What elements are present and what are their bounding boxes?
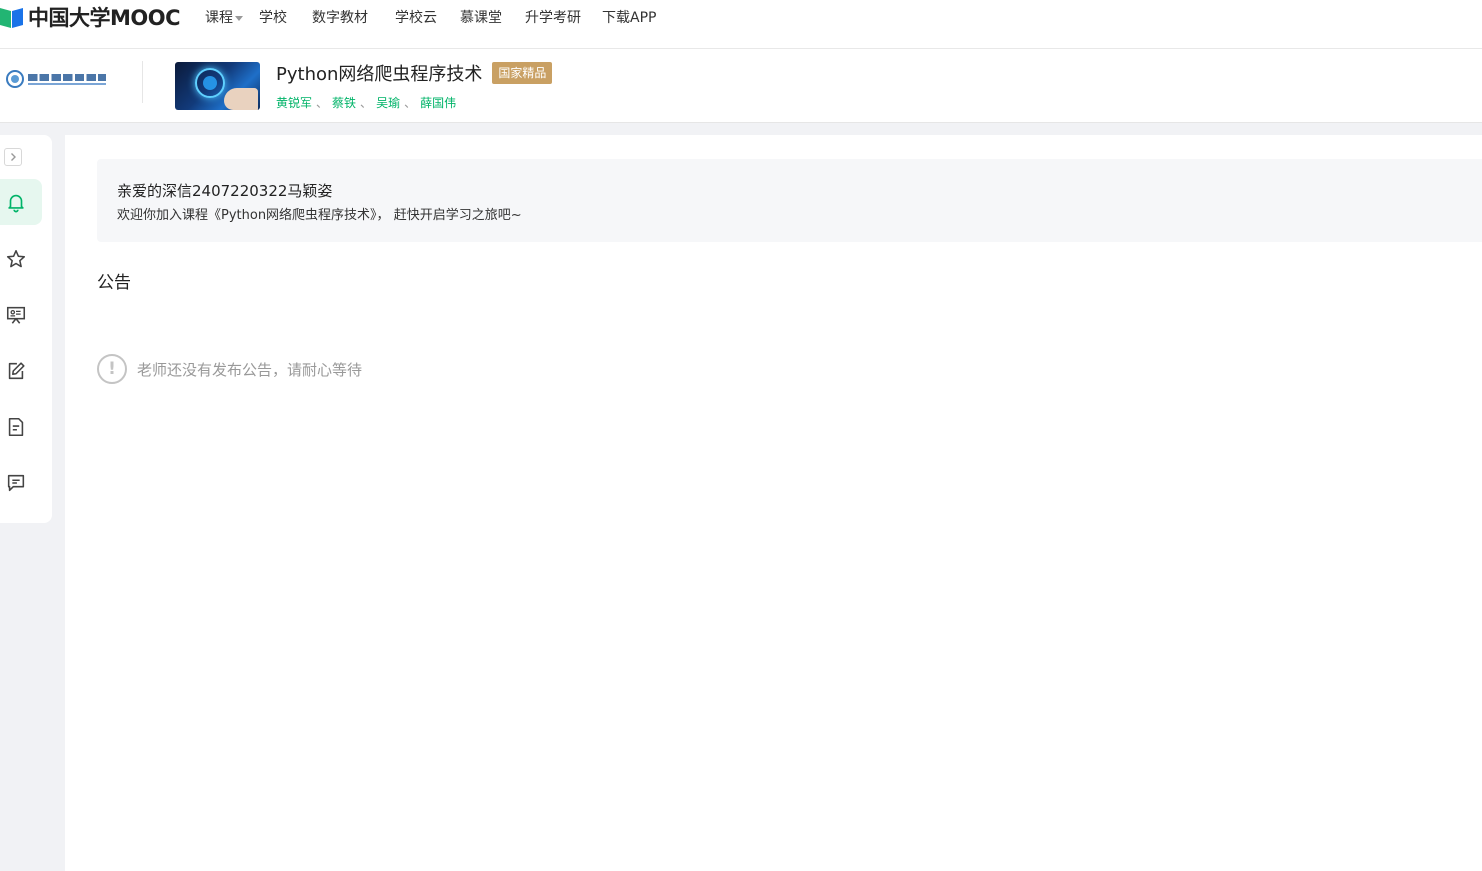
- document-icon: [8, 417, 24, 437]
- nav-item-label: 升学考研: [525, 10, 581, 26]
- main-nav: 课程 学校 数字教材 学校云 慕课堂 升学考研 下载APP: [205, 7, 656, 27]
- nav-item-label: 数字教材: [312, 10, 368, 26]
- sidebar-item-announcements[interactable]: [0, 179, 42, 225]
- teacher-link[interactable]: 蔡铁: [332, 94, 356, 111]
- national-quality-badge: 国家精品: [492, 62, 553, 84]
- school-logo[interactable]: [6, 68, 110, 90]
- sidebar-item-courseware[interactable]: [0, 292, 42, 338]
- nav-item-digital-textbooks[interactable]: 数字教材: [312, 7, 368, 27]
- course-title[interactable]: Python网络爬虫程序技术: [276, 60, 482, 86]
- teacher-separator: 、: [404, 96, 417, 110]
- welcome-greeting: 亲爱的深信2407220322马颖姿: [117, 182, 333, 200]
- course-sidebar: [0, 135, 52, 523]
- sidebar-item-favorites[interactable]: [0, 236, 42, 282]
- bell-icon: [8, 194, 24, 213]
- teacher-separator: 、: [316, 96, 329, 110]
- empty-state-text: 老师还没有发布公告，请耐心等待: [137, 360, 363, 379]
- header-divider: [142, 61, 143, 103]
- course-thumbnail[interactable]: [175, 62, 260, 110]
- teacher-list: 黄锐军 、 蔡铁 、 吴瑜 、 薛国伟: [276, 94, 456, 111]
- teacher-link[interactable]: 吴瑜: [376, 94, 400, 111]
- announcements-title: 公告: [97, 273, 131, 293]
- nav-item-mooc-classroom[interactable]: 慕课堂: [460, 7, 502, 27]
- nav-item-schools[interactable]: 学校: [259, 7, 287, 27]
- nav-item-label: 课程: [205, 10, 233, 26]
- caret-down-icon: [235, 15, 243, 21]
- mooc-logo[interactable]: 中国大学MOOC: [0, 4, 181, 30]
- comment-icon: [7, 474, 25, 492]
- nav-item-label: 慕课堂: [460, 10, 502, 26]
- nav-item-courses[interactable]: 课程: [205, 7, 243, 27]
- sidebar-expand-button[interactable]: [4, 148, 22, 166]
- exclamation-circle-icon: !: [97, 354, 127, 384]
- teacher-link[interactable]: 黄锐军: [276, 94, 312, 111]
- nav-item-label: 下载APP: [602, 10, 657, 26]
- course-header: Python网络爬虫程序技术 国家精品 黄锐军 、 蔡铁 、 吴瑜 、 薛国伟: [0, 49, 1482, 123]
- school-name-graphic: [28, 73, 106, 85]
- course-title-row: Python网络爬虫程序技术 国家精品: [276, 60, 553, 86]
- welcome-message: 欢迎你加入课程《Python网络爬虫程序技术》， 赶快开启学习之旅吧~: [117, 208, 522, 223]
- teacher-separator: 、: [360, 96, 373, 110]
- mooc-logo-icon: [0, 8, 23, 28]
- presentation-icon: [6, 306, 26, 324]
- nav-item-download-app[interactable]: 下载APP: [602, 7, 656, 27]
- school-seal-icon: [6, 70, 24, 88]
- empty-announcements: ! 老师还没有发布公告，请耐心等待: [97, 354, 362, 384]
- main-content: 亲爱的深信2407220322马颖姿 欢迎你加入课程《Python网络爬虫程序技…: [65, 135, 1482, 871]
- star-icon: [6, 249, 26, 268]
- nav-item-school-cloud[interactable]: 学校云: [395, 7, 437, 27]
- edit-icon: [8, 362, 25, 380]
- sidebar-item-discussion[interactable]: [0, 460, 42, 506]
- top-navigation: 中国大学MOOC 课程 学校 数字教材 学校云 慕课堂 升学考研 下载APP: [0, 0, 1482, 49]
- logo-text: 中国大学MOOC: [28, 6, 181, 30]
- nav-item-label: 学校: [259, 10, 287, 26]
- welcome-banner: 亲爱的深信2407220322马颖姿 欢迎你加入课程《Python网络爬虫程序技…: [97, 159, 1482, 242]
- teacher-link[interactable]: 薛国伟: [420, 94, 456, 111]
- nav-item-label: 学校云: [395, 10, 437, 26]
- nav-item-exam-prep[interactable]: 升学考研: [525, 7, 581, 27]
- sidebar-item-assignments[interactable]: [0, 348, 42, 394]
- sidebar-item-exams[interactable]: [0, 404, 42, 450]
- chevron-right-icon: [11, 153, 16, 161]
